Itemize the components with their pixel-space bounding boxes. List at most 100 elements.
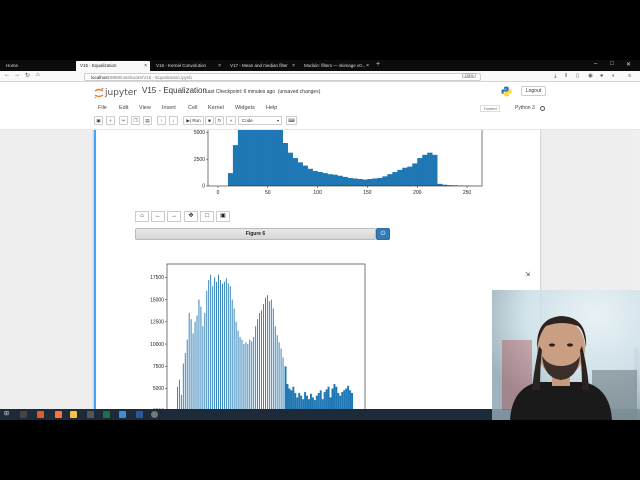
run-button[interactable]: ▶| Run bbox=[183, 116, 204, 125]
extension-icon[interactable]: ● bbox=[600, 73, 603, 79]
histogram-bar bbox=[331, 388, 334, 409]
back-icon[interactable]: ← bbox=[4, 72, 10, 78]
plus-icon: + bbox=[109, 118, 112, 123]
menu-help[interactable]: Help bbox=[266, 105, 277, 111]
move-up-button[interactable]: ↑ bbox=[157, 116, 166, 125]
histogram-bar bbox=[304, 392, 307, 409]
histogram-bar bbox=[341, 392, 344, 409]
tab-home[interactable]: Home bbox=[2, 61, 74, 71]
home-view-button[interactable]: ⌂ bbox=[135, 211, 149, 222]
tab-kernel-convolution[interactable]: V16 - Kernel Convolution × bbox=[152, 61, 224, 71]
sidebar-icon[interactable]: ▯ bbox=[576, 73, 579, 79]
cut-button[interactable]: ✂ bbox=[119, 116, 128, 125]
figure-close-button[interactable]: ⏻ bbox=[376, 228, 390, 240]
app-icon[interactable] bbox=[87, 411, 94, 418]
move-down-button[interactable]: ↓ bbox=[169, 116, 178, 125]
download-figure-button[interactable]: ▣ bbox=[216, 211, 230, 222]
home-icon[interactable]: ⌂ bbox=[36, 72, 40, 78]
extension-icon[interactable]: ◐ bbox=[612, 73, 615, 79]
interrupt-button[interactable]: ■ bbox=[205, 116, 214, 125]
notebook-title[interactable]: V15 - Equalization bbox=[142, 86, 207, 95]
y-tick-label: 10000 bbox=[150, 342, 164, 348]
menu-edit[interactable]: Edit bbox=[119, 105, 128, 111]
histogram-bar bbox=[257, 319, 259, 409]
histogram-bar bbox=[180, 394, 182, 409]
x-tick-label: 250 bbox=[463, 190, 472, 196]
histogram-bar bbox=[227, 173, 234, 186]
logout-button[interactable]: Logout bbox=[521, 86, 546, 96]
histogram-bar bbox=[276, 335, 278, 409]
menu-icon[interactable]: ≡ bbox=[628, 73, 631, 79]
menu-kernel[interactable]: Kernel bbox=[208, 105, 224, 111]
extension-icon[interactable]: ◉ bbox=[588, 73, 593, 79]
close-icon[interactable]: × bbox=[292, 63, 295, 69]
histogram-bar bbox=[282, 357, 284, 409]
histogram-bar bbox=[263, 304, 264, 409]
menu-widgets[interactable]: Widgets bbox=[235, 105, 255, 111]
back-view-button[interactable]: ← bbox=[151, 211, 165, 222]
download-icon[interactable]: ⤓ bbox=[554, 73, 556, 80]
reload-icon[interactable]: ↻ bbox=[25, 72, 30, 79]
url-path: :8888/notebooks/V15 - Equalization.ipynb bbox=[108, 74, 192, 80]
pan-button[interactable]: ✥ bbox=[184, 211, 198, 222]
jupyter-logo[interactable]: jupyter bbox=[94, 87, 137, 99]
histogram-bar bbox=[323, 392, 326, 409]
fast-forward-icon: » bbox=[229, 118, 233, 123]
histogram-bar bbox=[202, 326, 204, 409]
menu-file[interactable]: File bbox=[98, 105, 107, 111]
maximize-icon[interactable]: □ bbox=[610, 61, 614, 67]
zoom-level[interactable]: 133% bbox=[462, 73, 476, 78]
histogram-bar bbox=[227, 283, 229, 409]
trusted-indicator[interactable]: Trusted bbox=[480, 105, 500, 112]
app-icon[interactable] bbox=[37, 411, 44, 418]
file-explorer-icon[interactable] bbox=[70, 411, 77, 418]
firefox-icon[interactable] bbox=[55, 411, 62, 418]
start-icon[interactable]: ⊞ bbox=[4, 410, 9, 417]
histogram-bar bbox=[343, 390, 346, 409]
close-icon[interactable]: × bbox=[366, 63, 369, 69]
cell-type-select[interactable]: Code ▾ bbox=[238, 116, 282, 125]
tab-equalization[interactable]: V15 - Equalization × bbox=[76, 61, 150, 71]
histogram-bar bbox=[221, 283, 223, 409]
task-view-icon[interactable] bbox=[20, 411, 27, 418]
histogram-bar bbox=[216, 281, 217, 409]
x-tick-label: 0 bbox=[217, 190, 220, 196]
menu-view[interactable]: View bbox=[139, 105, 151, 111]
forward-view-button[interactable]: → bbox=[167, 211, 181, 222]
histogram-bar bbox=[311, 397, 314, 409]
forward-icon[interactable]: → bbox=[14, 72, 20, 78]
insert-cell-button[interactable]: + bbox=[106, 116, 115, 125]
menu-cell[interactable]: Cell bbox=[188, 105, 197, 111]
restart-button[interactable]: ↻ bbox=[215, 116, 224, 125]
window-close-icon[interactable]: ✕ bbox=[626, 61, 631, 68]
tab-mean-median[interactable]: V17 - Mean and median filter × bbox=[226, 61, 298, 71]
histogram-bar bbox=[200, 306, 202, 409]
run-label: Run bbox=[192, 118, 201, 123]
menu-insert[interactable]: Insert bbox=[162, 105, 176, 111]
new-tab-icon[interactable]: + bbox=[376, 61, 380, 68]
y-tick-label: 12500 bbox=[150, 320, 164, 326]
library-icon[interactable]: ‖ bbox=[565, 73, 567, 79]
tab-skimage-filters[interactable]: Module: filters — skimage v0... × bbox=[300, 61, 372, 71]
close-icon[interactable]: × bbox=[144, 63, 147, 69]
histogram-bar bbox=[270, 299, 272, 409]
restart-run-all-button[interactable]: » bbox=[226, 116, 236, 125]
save-button[interactable]: ▣ bbox=[94, 116, 103, 125]
copy-button[interactable]: ❐ bbox=[131, 116, 140, 125]
minimize-icon[interactable]: – bbox=[594, 61, 597, 67]
figure-title-bar[interactable]: Figure 6 bbox=[135, 228, 376, 240]
histogram-bar bbox=[247, 344, 249, 409]
y-tick-label: 7500 bbox=[153, 364, 164, 370]
histogram-bar bbox=[272, 130, 279, 186]
selected-cell-indicator bbox=[94, 130, 96, 409]
paste-button[interactable]: ▤ bbox=[143, 116, 152, 125]
histogram-bar bbox=[261, 310, 262, 409]
zoom-rect-button[interactable]: □ bbox=[200, 211, 214, 222]
app-icon[interactable] bbox=[151, 411, 158, 418]
url-bar[interactable]: localhost:8888/notebooks/V15 - Equalizat… bbox=[84, 72, 481, 81]
app-icon[interactable] bbox=[119, 411, 126, 418]
close-icon[interactable]: × bbox=[218, 63, 221, 69]
command-palette-button[interactable]: ⌨ bbox=[286, 116, 297, 125]
word-icon[interactable] bbox=[136, 411, 143, 418]
excel-icon[interactable] bbox=[103, 411, 110, 418]
